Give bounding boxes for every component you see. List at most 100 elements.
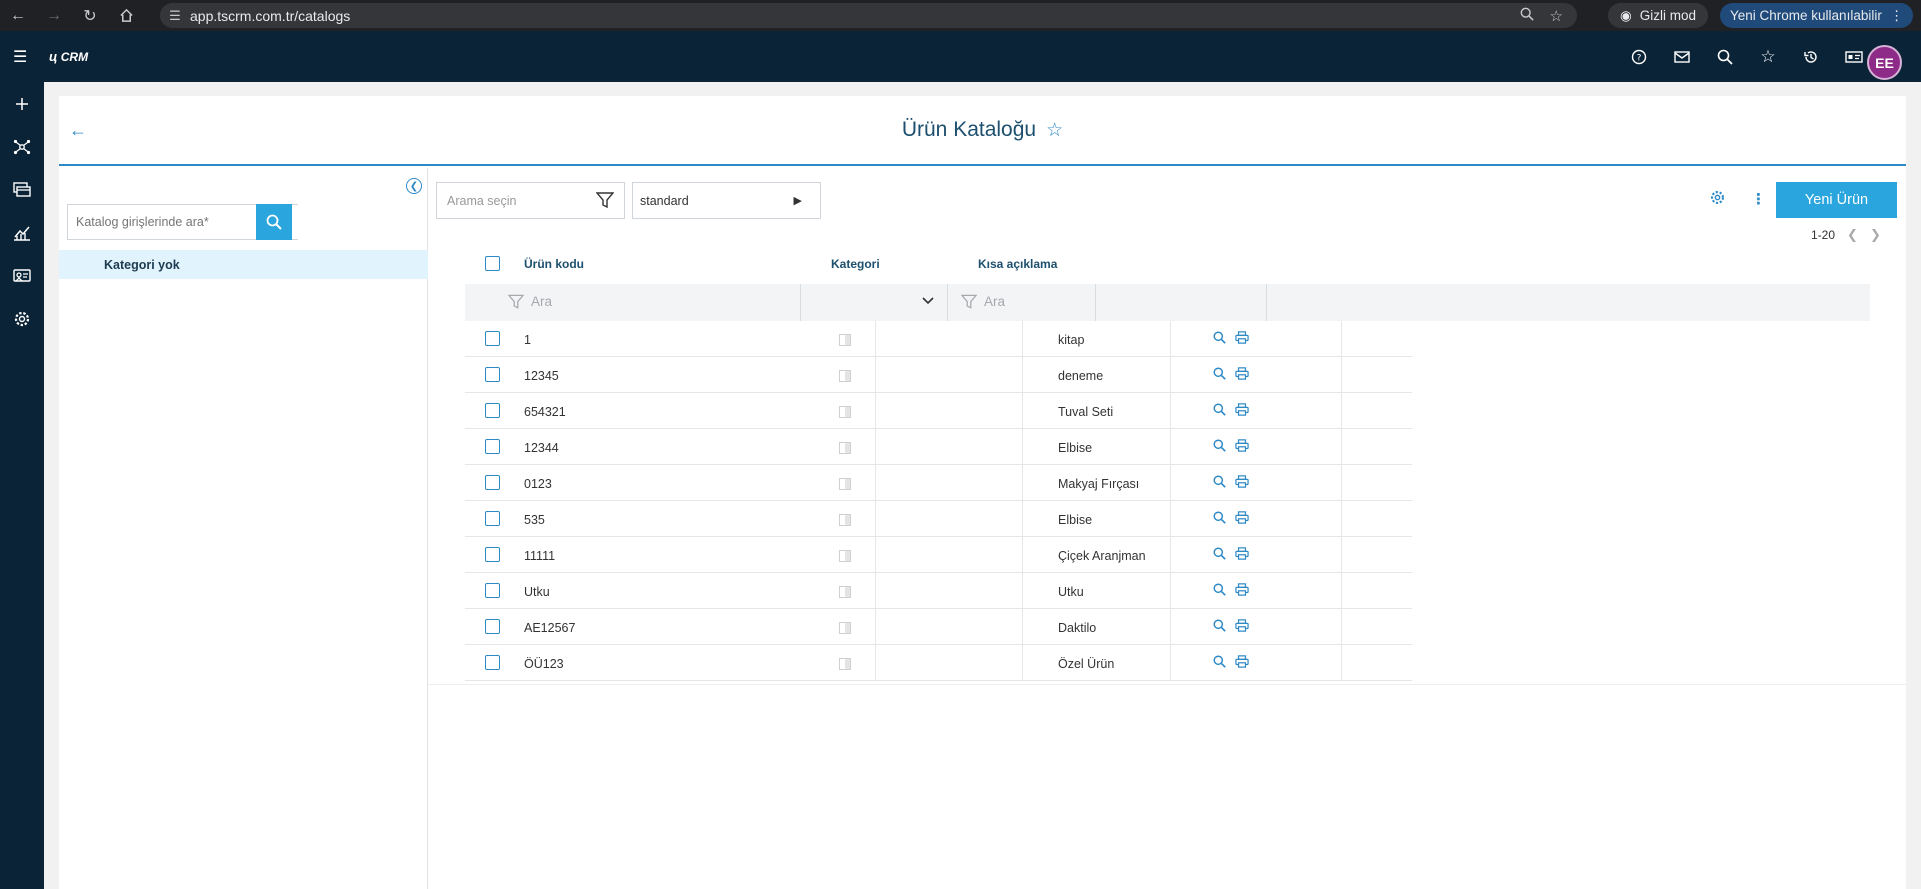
id-card-icon[interactable] bbox=[1843, 50, 1865, 64]
select-all-checkbox[interactable] bbox=[485, 256, 500, 271]
view-icon[interactable] bbox=[1213, 619, 1226, 637]
print-icon[interactable] bbox=[1235, 655, 1249, 673]
print-icon[interactable] bbox=[1235, 583, 1249, 601]
column-header-description[interactable]: Kısa açıklama bbox=[978, 257, 1057, 271]
search-select[interactable]: Arama seçin bbox=[436, 182, 625, 219]
chrome-update-button[interactable]: Yeni Chrome kullanılabilir ⋮ bbox=[1720, 3, 1914, 28]
column-toggle-icon[interactable] bbox=[839, 478, 851, 490]
avatar-initials: ΕΕ bbox=[1875, 54, 1894, 71]
column-toggle-icon[interactable] bbox=[839, 658, 851, 670]
incognito-badge[interactable]: ◉ Gizli mod bbox=[1608, 3, 1709, 28]
row-checkbox[interactable] bbox=[485, 439, 500, 454]
row-checkbox[interactable] bbox=[485, 367, 500, 382]
print-icon[interactable] bbox=[1235, 511, 1249, 529]
new-product-button[interactable]: Yeni Ürün bbox=[1776, 182, 1897, 218]
print-icon[interactable] bbox=[1235, 331, 1249, 349]
print-icon[interactable] bbox=[1235, 367, 1249, 385]
history-icon[interactable] bbox=[1800, 49, 1822, 65]
view-icon[interactable] bbox=[1213, 475, 1226, 493]
table-row[interactable]: 654321 Tuval Seti bbox=[465, 393, 1412, 429]
table-row[interactable]: ÖÜ123 Özel Ürün bbox=[465, 645, 1412, 681]
column-header-code[interactable]: Ürün kodu bbox=[524, 257, 584, 271]
mail-icon[interactable] bbox=[1671, 50, 1693, 64]
catalog-search-button[interactable] bbox=[256, 204, 292, 240]
zoom-icon[interactable] bbox=[1520, 7, 1534, 25]
category-item[interactable]: Kategori yok bbox=[59, 250, 428, 279]
table-row[interactable]: 11111 Çiçek Aranjman bbox=[465, 537, 1412, 573]
row-checkbox[interactable] bbox=[485, 475, 500, 490]
collapse-sidebar-icon[interactable]: ❮ bbox=[406, 178, 422, 194]
print-icon[interactable] bbox=[1235, 547, 1249, 565]
view-icon[interactable] bbox=[1213, 367, 1226, 385]
settings-gear-icon[interactable] bbox=[12, 309, 32, 329]
support-ticket-icon[interactable] bbox=[12, 266, 32, 286]
column-toggle-icon[interactable] bbox=[839, 442, 851, 454]
view-icon[interactable] bbox=[1213, 511, 1226, 529]
view-icon[interactable] bbox=[1213, 547, 1226, 565]
print-icon[interactable] bbox=[1235, 439, 1249, 457]
forward-arrow-icon[interactable]: → bbox=[36, 0, 72, 31]
table-row[interactable]: 12345 deneme bbox=[465, 357, 1412, 393]
row-checkbox[interactable] bbox=[485, 655, 500, 670]
column-toggle-icon[interactable] bbox=[839, 586, 851, 598]
column-toggle-icon[interactable] bbox=[839, 514, 851, 526]
table-row[interactable]: Utku Utku bbox=[465, 573, 1412, 609]
site-settings-icon[interactable]: ☰ bbox=[160, 8, 190, 24]
chrome-menu-icon[interactable]: ⋮ bbox=[1890, 8, 1904, 24]
network-icon[interactable] bbox=[12, 137, 32, 157]
home-icon[interactable] bbox=[108, 0, 144, 31]
favorite-star-icon[interactable]: ☆ bbox=[1046, 120, 1063, 141]
bookmark-star-icon[interactable]: ☆ bbox=[1550, 7, 1563, 25]
row-checkbox[interactable] bbox=[485, 547, 500, 562]
table-row[interactable]: 1 kitap bbox=[465, 321, 1412, 357]
row-checkbox[interactable] bbox=[485, 619, 500, 634]
column-toggle-icon[interactable] bbox=[839, 370, 851, 382]
view-icon[interactable] bbox=[1213, 583, 1226, 601]
row-checkbox[interactable] bbox=[485, 583, 500, 598]
column-toggle-icon[interactable] bbox=[839, 334, 851, 346]
cell-divider bbox=[1341, 501, 1342, 537]
add-icon[interactable] bbox=[12, 94, 32, 114]
view-select[interactable]: standard ▶ bbox=[632, 182, 821, 219]
row-checkbox[interactable] bbox=[485, 403, 500, 418]
menu-icon[interactable]: ☰ bbox=[13, 47, 27, 67]
app-logo[interactable]: ц CRM bbox=[49, 49, 88, 64]
code-filter-placeholder: Ara bbox=[531, 294, 553, 309]
column-header-category[interactable]: Kategori bbox=[831, 257, 880, 271]
print-icon[interactable] bbox=[1235, 475, 1249, 493]
table-row[interactable]: 0123 Makyaj Fırçası bbox=[465, 465, 1412, 501]
prev-page-icon[interactable]: ❮ bbox=[1847, 227, 1858, 243]
code-filter[interactable]: Ara bbox=[465, 284, 801, 321]
table-settings-icon[interactable] bbox=[1710, 190, 1725, 210]
next-page-icon[interactable]: ❯ bbox=[1870, 227, 1881, 243]
view-icon[interactable] bbox=[1213, 331, 1226, 349]
category-filter[interactable] bbox=[801, 284, 948, 321]
address-url: app.tscrm.com.tr/catalogs bbox=[190, 7, 351, 24]
user-avatar[interactable]: ΕΕ bbox=[1867, 45, 1902, 80]
table-row[interactable]: 535 Elbise bbox=[465, 501, 1412, 537]
help-icon[interactable]: ? bbox=[1628, 49, 1650, 65]
view-icon[interactable] bbox=[1213, 655, 1226, 673]
column-toggle-icon[interactable] bbox=[839, 550, 851, 562]
view-icon[interactable] bbox=[1213, 403, 1226, 421]
row-description: Çiçek Aranjman bbox=[1058, 549, 1146, 563]
column-toggle-icon[interactable] bbox=[839, 406, 851, 418]
description-filter[interactable]: Ara bbox=[948, 284, 1096, 321]
row-checkbox[interactable] bbox=[485, 511, 500, 526]
table-row[interactable]: 12344 Elbise bbox=[465, 429, 1412, 465]
address-bar[interactable]: ☰ app.tscrm.com.tr/catalogs ☆ bbox=[160, 3, 1577, 28]
print-icon[interactable] bbox=[1235, 403, 1249, 421]
favorites-star-icon[interactable]: ☆ bbox=[1757, 47, 1779, 67]
page-header: ← Ürün Kataloğu ☆ bbox=[59, 96, 1906, 166]
back-arrow-icon[interactable]: ← bbox=[0, 0, 36, 31]
cards-icon[interactable] bbox=[12, 180, 32, 200]
reload-icon[interactable]: ↻ bbox=[72, 0, 108, 31]
table-row[interactable]: AE12567 Daktilo bbox=[465, 609, 1412, 645]
row-checkbox[interactable] bbox=[485, 331, 500, 346]
chart-icon[interactable] bbox=[12, 223, 32, 243]
search-icon[interactable] bbox=[1714, 49, 1736, 65]
more-options-icon[interactable]: ⋮ bbox=[1751, 190, 1766, 208]
view-icon[interactable] bbox=[1213, 439, 1226, 457]
column-toggle-icon[interactable] bbox=[839, 622, 851, 634]
print-icon[interactable] bbox=[1235, 619, 1249, 637]
